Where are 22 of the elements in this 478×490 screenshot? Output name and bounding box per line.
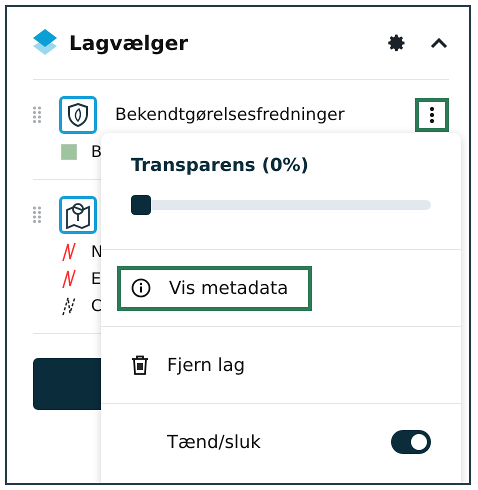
legend-label: C [91, 296, 102, 315]
layers-icon [33, 29, 57, 57]
layer-name: Bekendtgørelsesfredninger [115, 105, 346, 125]
more-options-button[interactable] [415, 98, 449, 132]
info-icon [131, 278, 151, 298]
panel-title: Lagvælger [69, 31, 190, 55]
toggle-label: Tænd/sluk [167, 432, 262, 452]
visibility-toggle[interactable] [391, 430, 431, 454]
transparency-slider[interactable] [131, 195, 431, 215]
settings-icon[interactable] [387, 33, 407, 53]
collapse-chevron-icon[interactable] [429, 36, 449, 50]
slider-thumb[interactable] [131, 195, 151, 215]
trash-icon [131, 355, 149, 375]
transparency-label: Transparens (0%) [131, 155, 309, 176]
drag-handle-icon[interactable] [33, 205, 41, 225]
legend-label: B [91, 142, 102, 161]
kebab-icon [429, 106, 435, 124]
legend-label: E [91, 269, 102, 288]
menu-item[interactable]: Vis metadata [117, 266, 312, 310]
drag-handle-icon[interactable] [33, 105, 41, 125]
map-pin-icon [59, 196, 97, 234]
shield-leaf-icon [59, 96, 97, 134]
